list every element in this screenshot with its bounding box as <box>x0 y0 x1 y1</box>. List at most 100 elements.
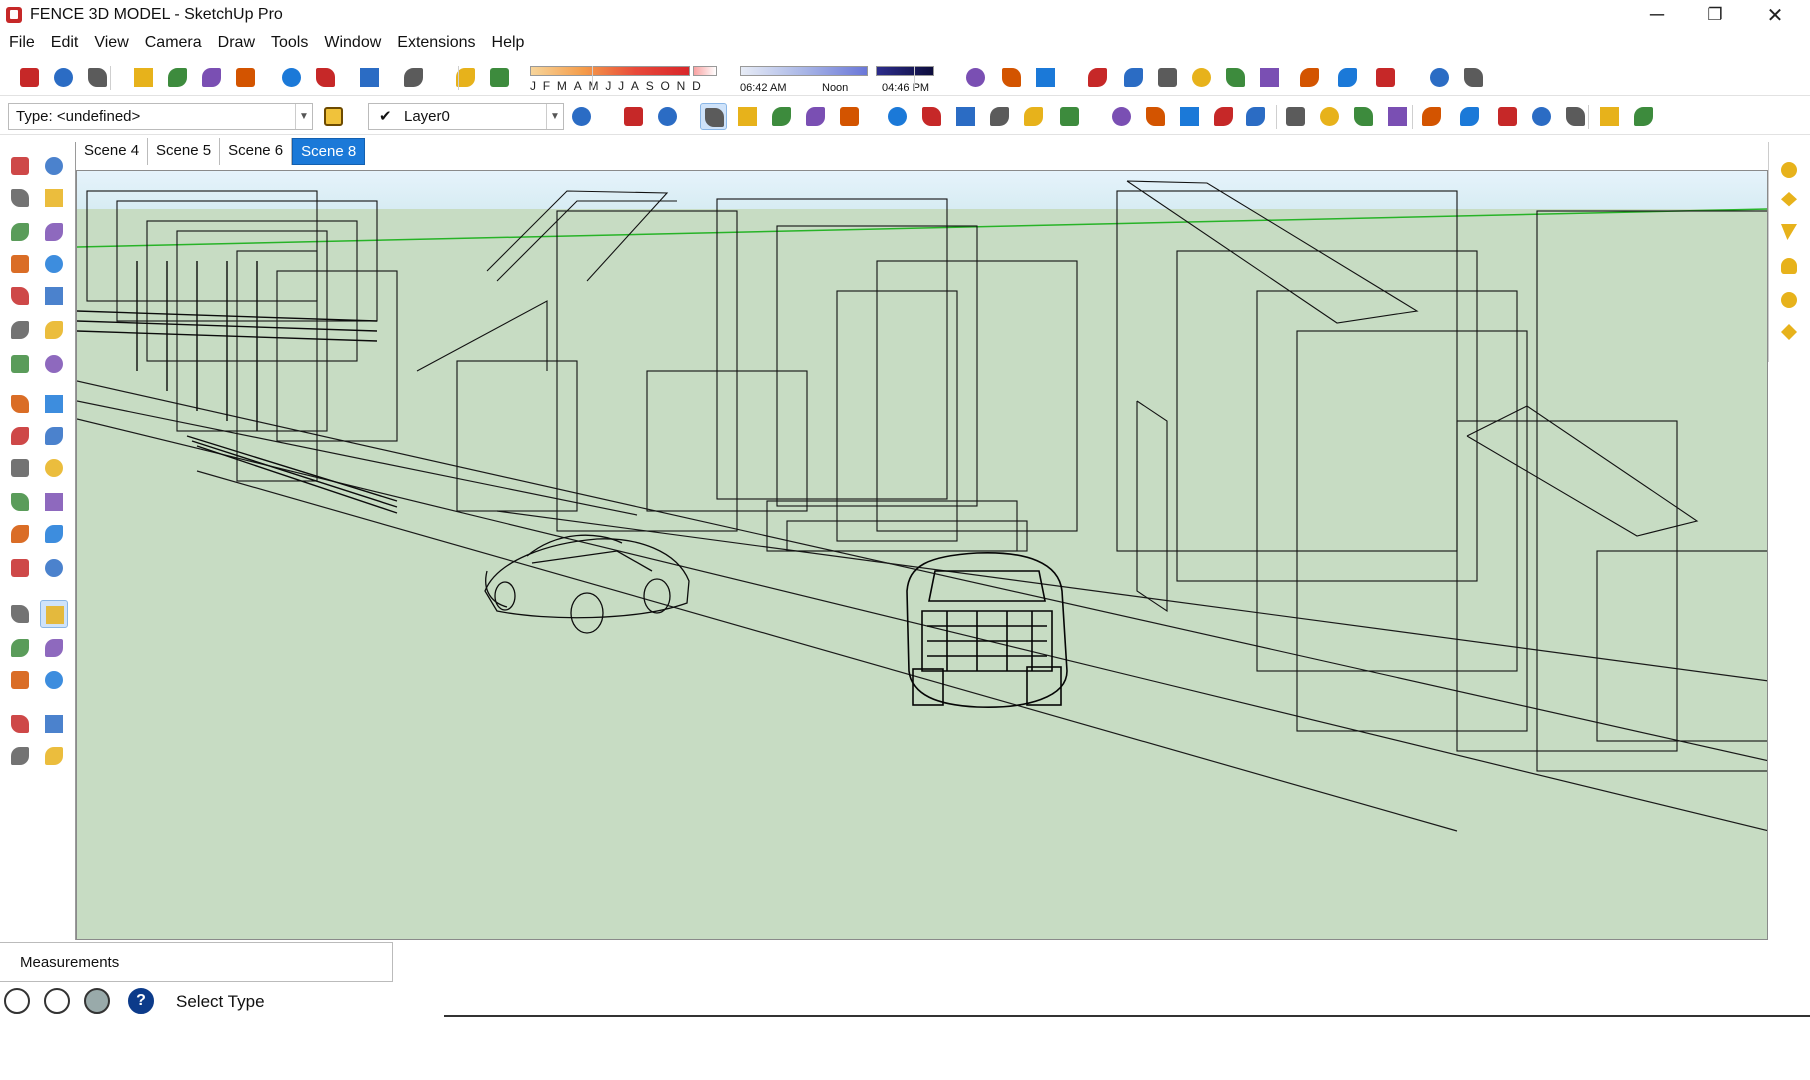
menu-view[interactable]: View <box>93 32 137 54</box>
shaded-button[interactable] <box>768 103 795 130</box>
menu-draw[interactable]: Draw <box>217 32 264 54</box>
tab-scene-4[interactable]: Scene 4 <box>76 138 149 165</box>
zoom-window-tool[interactable] <box>40 634 68 662</box>
styles-tray-icon[interactable] <box>1781 224 1797 240</box>
share-model-button[interactable] <box>998 64 1025 91</box>
new-file-button[interactable] <box>16 64 43 91</box>
layer-manager-button[interactable] <box>568 103 595 130</box>
menu-edit[interactable]: Edit <box>50 32 88 54</box>
dimension-tool[interactable] <box>40 488 68 516</box>
drape-button[interactable] <box>1242 103 1269 130</box>
dynamic-components-button[interactable] <box>1350 103 1377 130</box>
credits-info-icon[interactable] <box>44 988 70 1014</box>
position-camera-tool[interactable] <box>6 710 34 738</box>
zoom-tool[interactable] <box>6 634 34 662</box>
orbit-tool[interactable] <box>6 600 34 628</box>
minimize-button[interactable]: ─ <box>1628 0 1686 30</box>
save-button[interactable] <box>84 64 111 91</box>
back-edges-button[interactable] <box>654 103 681 130</box>
photo-texture-button[interactable] <box>1596 103 1623 130</box>
menu-camera[interactable]: Camera <box>144 32 211 54</box>
trimble-connect-button[interactable] <box>1528 103 1555 130</box>
pan-tool[interactable] <box>40 600 68 628</box>
push-pull-tool[interactable] <box>40 390 68 418</box>
shadow-time-slider[interactable]: 06:42 AM Noon 04:46 PM <box>740 65 940 95</box>
hidden-line-button[interactable] <box>734 103 761 130</box>
section-plane-button[interactable] <box>1120 64 1147 91</box>
3d-text-tool[interactable] <box>40 554 68 582</box>
layers-tray-icon[interactable] <box>1781 258 1797 274</box>
front-view-button[interactable] <box>952 103 979 130</box>
orbit-camera-button[interactable] <box>1084 64 1111 91</box>
geo-location-icon[interactable] <box>4 988 30 1014</box>
rotate-tool[interactable] <box>6 422 34 450</box>
erase-button[interactable] <box>232 64 259 91</box>
entity-type-select[interactable]: Type: <undefined> ▼ <box>8 103 313 130</box>
layer-select[interactable]: ✔ Layer0 ▼ <box>368 103 564 130</box>
model-info-button[interactable] <box>400 64 427 91</box>
open-button[interactable] <box>50 64 77 91</box>
scale-tool[interactable] <box>6 454 34 482</box>
protractor-tool[interactable] <box>6 520 34 548</box>
dimension-button[interactable] <box>1256 64 1283 91</box>
menu-help[interactable]: Help <box>491 32 534 54</box>
solid-split-button[interactable] <box>1426 64 1453 91</box>
monochrome-button[interactable] <box>836 103 863 130</box>
polygon-tool[interactable] <box>40 282 68 310</box>
solid-subtract-button[interactable] <box>1334 64 1361 91</box>
measurements-box[interactable]: Measurements <box>0 942 393 982</box>
offset-tool[interactable] <box>40 454 68 482</box>
left-view-button[interactable] <box>1056 103 1083 130</box>
rectangle-tool[interactable] <box>6 250 34 278</box>
component-options-button[interactable] <box>1418 103 1445 130</box>
shadow-date-slider[interactable]: JFMAMJJASOND <box>530 65 720 95</box>
outer-shell-button[interactable] <box>1460 64 1487 91</box>
zoom-extents-tool[interactable] <box>6 666 34 694</box>
close-button[interactable]: ✕ <box>1746 0 1804 30</box>
redo-button[interactable] <box>312 64 339 91</box>
menu-file[interactable]: File <box>8 32 44 54</box>
paste-button[interactable] <box>198 64 225 91</box>
solid-trim-button[interactable] <box>1372 64 1399 91</box>
move-tool[interactable] <box>6 390 34 418</box>
stamp-button[interactable] <box>1210 103 1237 130</box>
iso-view-button[interactable] <box>884 103 911 130</box>
fog-toggle-button[interactable] <box>486 64 513 91</box>
previous-view-tool[interactable] <box>40 666 68 694</box>
two-point-arc-tool[interactable] <box>40 316 68 344</box>
undo-button[interactable] <box>278 64 305 91</box>
copy-button[interactable] <box>164 64 191 91</box>
menu-window[interactable]: Window <box>323 32 390 54</box>
walk-tool[interactable] <box>6 742 34 770</box>
arc-tool[interactable] <box>6 316 34 344</box>
circle-tool[interactable] <box>6 282 34 310</box>
section-fill-button[interactable] <box>1154 64 1181 91</box>
model-viewport[interactable] <box>76 170 1768 940</box>
xray-button[interactable] <box>620 103 647 130</box>
solid-union-button[interactable] <box>1296 64 1323 91</box>
select-tool[interactable] <box>6 152 34 180</box>
ruby-console-button[interactable] <box>1494 103 1521 130</box>
warehouse-button[interactable] <box>962 64 989 91</box>
rotated-rectangle-tool[interactable] <box>40 250 68 278</box>
materials-tray-icon[interactable] <box>1781 162 1797 178</box>
tape-measure-tool[interactable] <box>6 488 34 516</box>
top-view-button[interactable] <box>918 103 945 130</box>
shadows-toggle-button[interactable] <box>452 64 479 91</box>
cut-button[interactable] <box>130 64 157 91</box>
sandbox-from-contours-button[interactable] <box>1108 103 1135 130</box>
menu-tools[interactable]: Tools <box>270 32 317 54</box>
wireframe-button[interactable] <box>700 103 727 130</box>
follow-me-tool[interactable] <box>40 422 68 450</box>
add-detail-button[interactable] <box>1282 103 1309 130</box>
component-tool[interactable] <box>40 152 68 180</box>
tab-scene-8[interactable]: Scene 8 <box>292 138 366 165</box>
display-section-button[interactable] <box>1188 64 1215 91</box>
add-location-button[interactable] <box>1630 103 1657 130</box>
location-button[interactable] <box>1562 103 1589 130</box>
user-account-icon[interactable] <box>84 988 110 1014</box>
eraser-tool[interactable] <box>40 184 68 212</box>
three-point-arc-tool[interactable] <box>6 350 34 378</box>
tab-scene-6[interactable]: Scene 6 <box>220 138 293 165</box>
restore-button[interactable]: ❐ <box>1686 0 1744 30</box>
